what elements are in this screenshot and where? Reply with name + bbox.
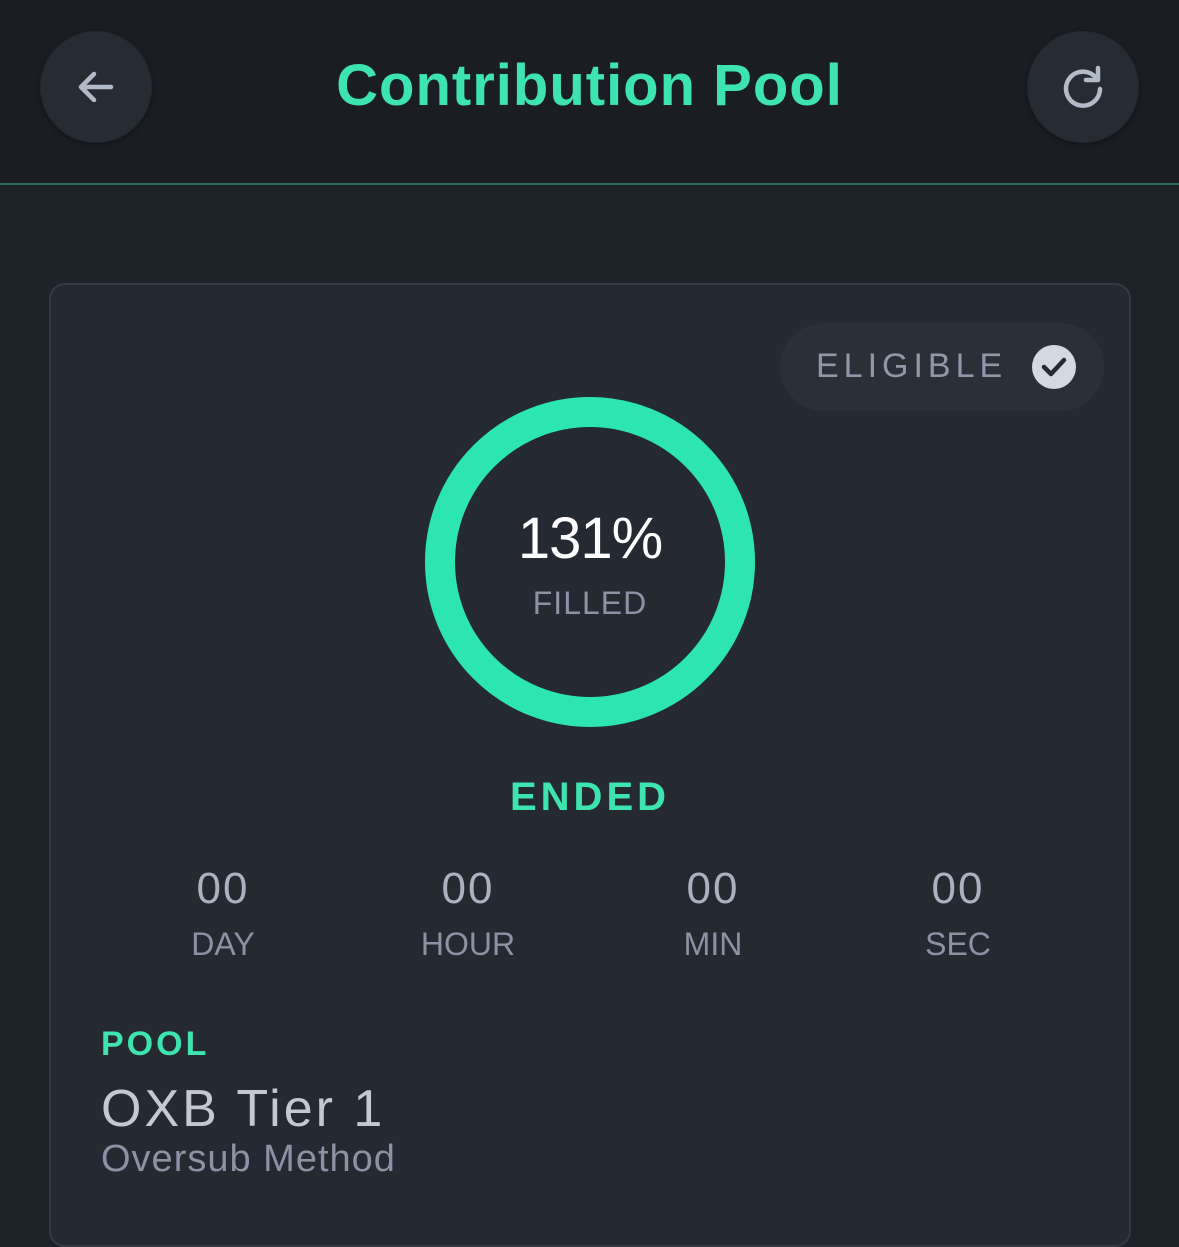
eligibility-badge: ELIGIBLE — [780, 323, 1104, 411]
fill-label: FILLED — [532, 585, 648, 621]
eligibility-label: ELIGIBLE — [816, 347, 1008, 385]
pool-name: OXB Tier 1 — [101, 1080, 386, 1138]
countdown-seconds: 00 SEC — [858, 863, 1058, 963]
countdown-unit: HOUR — [420, 926, 516, 962]
countdown-value: 00 — [686, 864, 740, 913]
countdown-minutes: 00 MIN — [613, 863, 813, 963]
countdown-value: 00 — [196, 864, 250, 913]
refresh-button[interactable] — [1027, 31, 1139, 143]
check-circle-icon — [1032, 345, 1076, 389]
fill-percentage: 131% — [517, 506, 663, 571]
pool-section-label: POOL — [101, 1025, 210, 1063]
countdown-days: 00 DAY — [123, 863, 323, 963]
pool-method: Oversub Method — [101, 1138, 396, 1180]
pool-status: ENDED — [509, 775, 671, 819]
countdown-unit: MIN — [683, 926, 743, 962]
countdown-value: 00 — [931, 864, 985, 913]
app-header: Contribution Pool — [0, 0, 1179, 185]
refresh-icon — [1063, 65, 1103, 108]
countdown-unit: DAY — [191, 926, 255, 962]
countdown-value: 00 — [441, 864, 495, 913]
countdown-hours: 00 HOUR — [368, 863, 568, 963]
countdown-unit: SEC — [925, 926, 991, 962]
pool-card: ELIGIBLE 131% FILLED ENDED 00 DAY 00 HOU… — [49, 283, 1131, 1247]
page-title: Contribution Pool — [336, 53, 843, 118]
